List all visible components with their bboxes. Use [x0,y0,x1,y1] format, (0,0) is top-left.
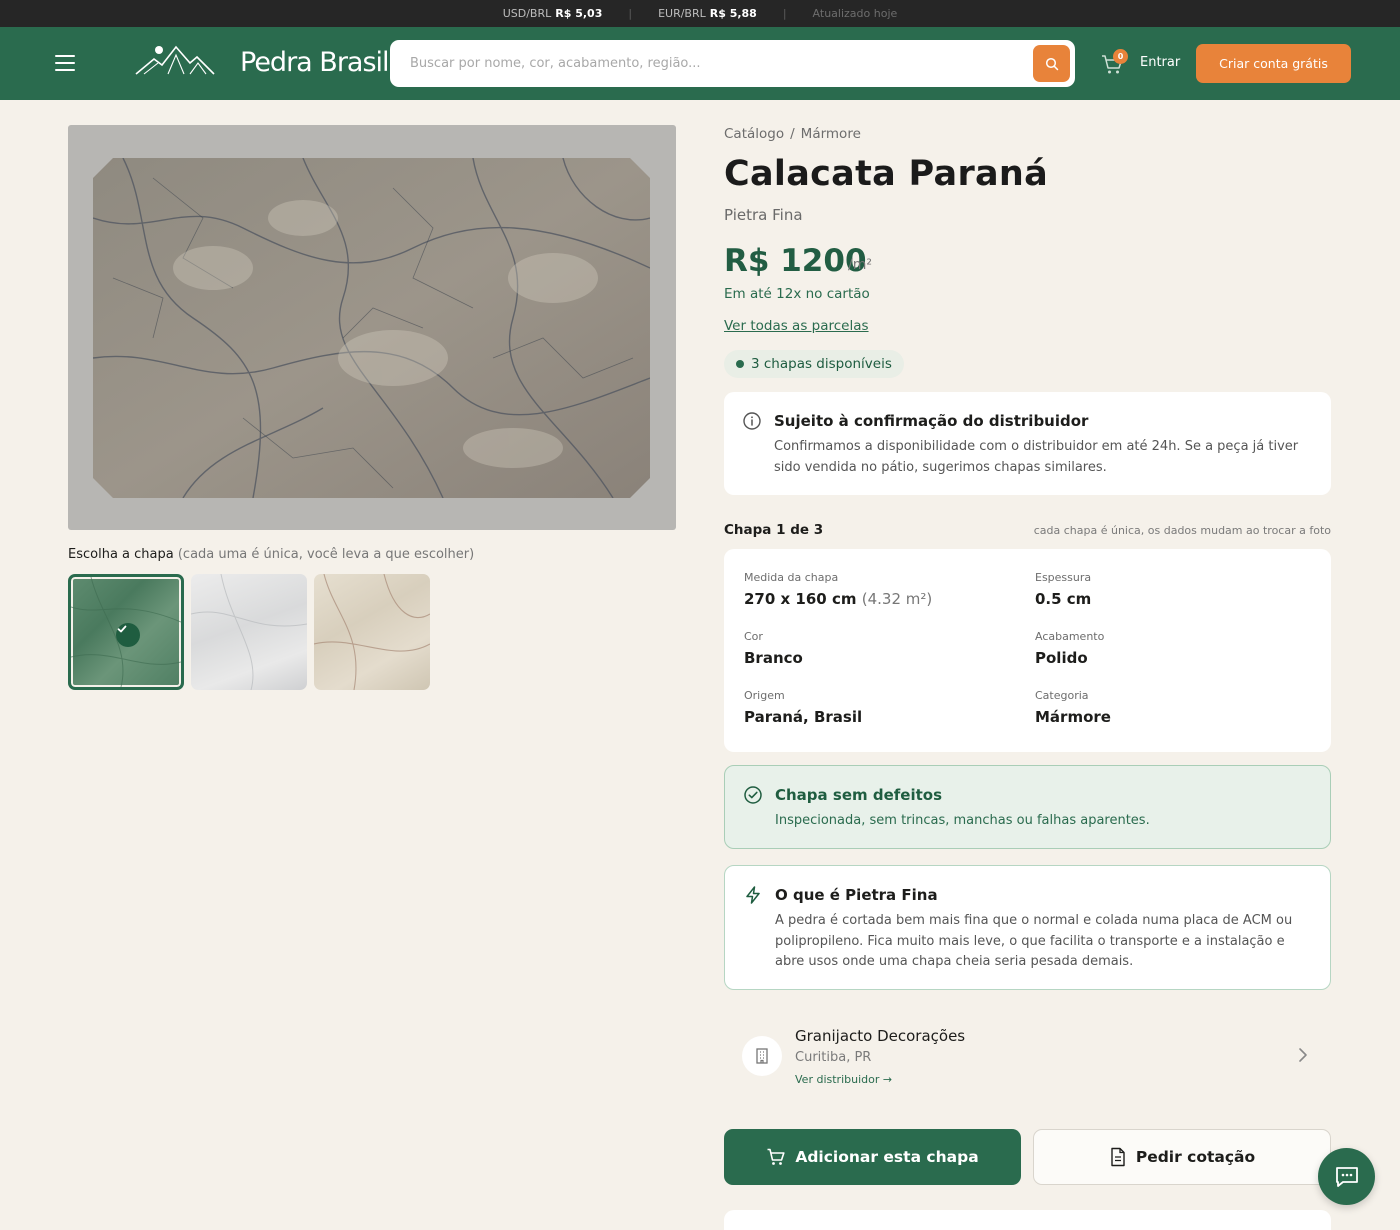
slab-thumbnails [68,574,430,690]
product-line: Pietra Fina [724,206,803,224]
search-button[interactable] [1033,45,1070,82]
site-header: Pedra Brasil 0 Entrar Criar conta grátis [0,27,1400,100]
spec-size: Medida da chapa 270 x 160 cm (4.32 m²) [744,571,933,608]
request-quote-button[interactable]: Pedir cotação [1033,1129,1331,1185]
signup-button[interactable]: Criar conta grátis [1196,44,1351,83]
check-icon [116,623,140,647]
lightning-icon [746,886,760,904]
slab-thumbnail-2[interactable] [191,574,307,690]
mountain-logo-icon[interactable] [134,41,218,79]
installments-text: Em até 12x no cartão [724,286,870,302]
search-input[interactable] [390,40,1020,87]
slab-thumbnail-1[interactable] [68,574,184,690]
spec-category: Categoria Mármore [1035,689,1111,726]
no-defects-body: Inspecionada, sem trincas, manchas ou fa… [775,813,1150,828]
breadcrumb-category[interactable]: Mármore [801,126,861,142]
pietra-fina-title: O que é Pietra Fina [775,886,938,904]
spec-origin: Origem Paraná, Brasil [744,689,863,726]
exchange-rate-bar: USD/BRL R$ 5,03 | EUR/BRL R$ 5,88 | Atua… [0,0,1400,27]
cart-icon [767,1148,785,1165]
chevron-right-icon[interactable] [1296,1046,1310,1064]
choose-slab-label: Escolha a chapa (cada uma é única, você … [68,547,475,562]
installments-link[interactable]: Ver todas as parcelas [724,318,869,334]
search-icon [1045,57,1058,70]
distributor-confirmation-notice: Sujeito à confirmação do distribuidor Co… [724,392,1331,495]
ticker-separator: | [782,7,787,20]
pietra-fina-info-card: O que é Pietra Fina A pedra é cortada be… [724,865,1331,990]
cart-count-badge: 0 [1113,49,1128,64]
breadcrumb-catalog[interactable]: Catálogo [724,126,784,142]
notice-title: Sujeito à confirmação do distribuidor [774,412,1089,430]
chat-button[interactable] [1318,1148,1375,1205]
spec-thickness: Espessura 0.5 cm [1035,571,1092,608]
distributor-link[interactable]: Ver distribuidor → [795,1073,892,1086]
notice-body: Confirmamos a disponibilidade com o dist… [774,439,1299,475]
info-icon [743,412,761,430]
document-icon [1111,1147,1125,1167]
building-icon [742,1036,782,1076]
no-defects-title: Chapa sem defeitos [775,786,942,804]
stock-badge: 3 chapas disponíveis [724,350,904,378]
next-card [724,1210,1331,1230]
spec-color: Cor Branco [744,630,803,667]
product-price: R$ 1200 [724,243,867,279]
slab-thumbnail-3[interactable] [314,574,430,690]
product-title: Calacata Paraná [724,154,1049,194]
add-slab-button[interactable]: Adicionar esta chapa [724,1129,1021,1185]
updated-label: Atualizado hoje [812,7,898,20]
usd-value: R$ 5,03 [555,7,603,20]
login-link[interactable]: Entrar [1140,55,1180,70]
pietra-fina-body: A pedra é cortada bem mais fina que o no… [775,913,1293,969]
slab-specs-card: Medida da chapa 270 x 160 cm (4.32 m²) E… [724,549,1331,752]
ticker-separator: | [628,7,633,20]
no-defects-card: Chapa sem defeitos Inspecionada, sem tri… [724,765,1331,849]
usd-rate: USD/BRL R$ 5,03 [502,7,603,20]
distributor-name[interactable]: Granijacto Decorações [795,1027,965,1045]
slab-hint: cada chapa é única, os dados mudam ao tr… [1033,524,1331,537]
slab-image [93,158,650,498]
breadcrumb: Catálogo / Mármore [724,126,861,142]
menu-icon[interactable] [53,53,77,73]
spec-finish: Acabamento Polido [1035,630,1105,667]
search-bar [390,40,1075,87]
eur-value: R$ 5,88 [709,7,757,20]
slab-counter: Chapa 1 de 3 [724,522,824,538]
eur-rate: EUR/BRL R$ 5,88 [658,7,757,20]
slab-main-photo[interactable] [68,125,676,530]
check-circle-icon [744,786,762,804]
chat-icon [1335,1166,1358,1187]
distributor-city: Curitiba, PR [795,1050,872,1065]
price-unit: /m² [848,257,872,273]
brand-name[interactable]: Pedra Brasil [240,47,390,78]
